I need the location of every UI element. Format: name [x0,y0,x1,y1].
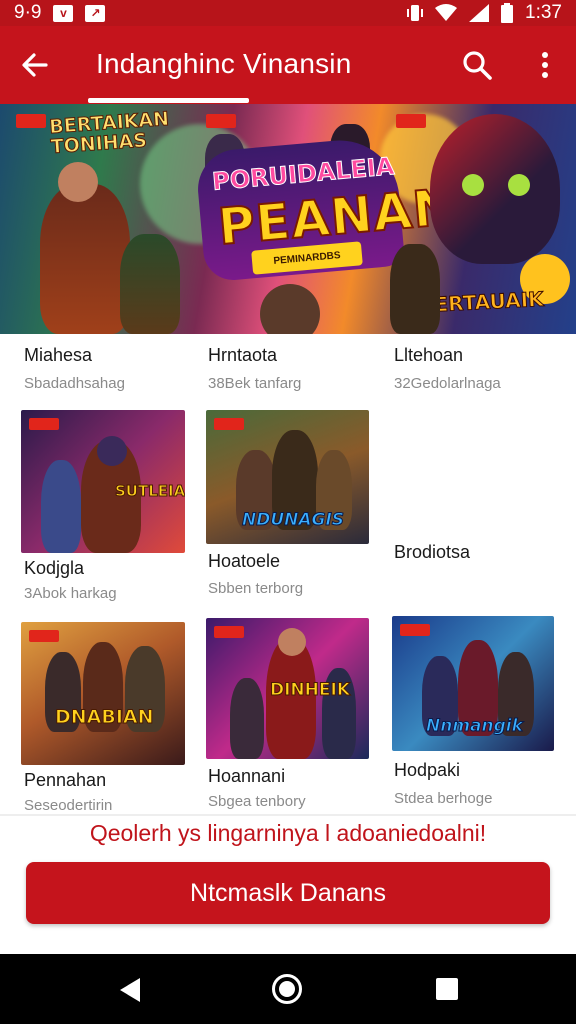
game-title[interactable]: Hoannani [208,766,285,787]
notification-app-icon: v [53,4,74,22]
vibrate-icon [407,5,424,21]
hero-tag [206,114,236,128]
signal-icon [469,4,490,22]
wifi-icon [435,4,458,21]
game-tag [214,626,244,638]
hero-character [390,244,440,334]
game-subtitle: 32Gedolarlnaga [394,375,501,392]
game-thumbnail[interactable]: DINHEIK [206,618,369,759]
game-subtitle: 3Abok harkag [24,585,117,602]
status-bar-left: 9·9 v ↗ [14,2,106,24]
game-character-head [278,628,306,656]
hero-tag [396,114,426,128]
game-title[interactable]: Lltehoan [394,345,463,366]
system-nav-bar [0,954,576,1024]
promo-text: Qeolerh ys lingarninya l adoaniedoalni! [89,820,487,846]
game-thumbnail[interactable]: DNABIAN [21,622,185,765]
status-bar: 9·9 v ↗ 1:37 [0,0,576,26]
nav-back-icon[interactable] [116,976,144,1004]
game-character [230,678,264,759]
status-left-text: 9·9 [14,2,42,23]
arrow-back-icon[interactable] [18,48,52,82]
game-title[interactable]: Brodiotsa [394,542,470,563]
notification-edit-icon: ↗ [85,4,106,22]
app-bar: Indanghinc Vinansin [0,26,576,104]
game-subtitle: Stdea berhoge [394,790,493,807]
status-time: 1:37 [525,2,562,23]
hero-banner[interactable]: BERTAIKAN TONIHAS PORUIDALEIA PEANAN PEM… [0,104,576,334]
hero-character-head [58,162,98,202]
game-logo: NDUNAGIS [241,510,345,531]
hero-character [40,184,130,334]
nav-home-icon[interactable] [272,974,302,1004]
game-title[interactable]: Kodjgla [24,558,84,579]
game-subtitle: Sbben terborg [208,580,304,597]
game-subtitle: Seseodertirin [24,797,113,814]
game-character [41,460,81,553]
hero-character [120,234,180,334]
game-character-head [97,436,127,466]
battery-icon [501,3,514,23]
hero-character [260,284,320,334]
nav-recents-icon[interactable] [436,978,458,1000]
hero-cat-character [430,114,560,264]
game-logo: DINHEIK [269,680,351,701]
game-subtitle: Sbadadhsahag [24,375,125,392]
tab-indicator [88,98,249,103]
game-logo: DNABIAN [55,706,155,729]
page-title: Indanghinc Vinansin [96,48,352,79]
game-tag [29,630,59,642]
cta-button[interactable]: Ntcmaslk Danans [26,862,550,924]
game-title[interactable]: Miahesa [24,345,92,366]
game-thumbnail[interactable]: SUTLEIAN [21,410,185,553]
game-logo: Nnmangik [426,716,524,737]
status-bar-right: 1:37 [407,2,562,24]
game-subtitle: Sbgea tenbory [208,793,306,810]
game-logo: SUTLEIAN [115,482,185,501]
hero-cat-eye [508,174,530,196]
hero-logo-left: BERTAIKAN TONIHAS [48,107,170,159]
game-title[interactable]: Hrntaota [208,345,277,366]
game-title[interactable]: Hoatoele [208,551,280,572]
game-thumbnail[interactable]: NDUNAGIS [206,410,369,544]
game-title[interactable]: Hodpaki [394,760,460,781]
game-tag [214,418,244,430]
hero-tag [16,114,46,128]
footer-divider [0,814,576,816]
game-title[interactable]: Pennahan [24,770,106,791]
game-tag [400,624,430,636]
game-subtitle: 38Bek tanfarg [208,375,302,392]
search-icon[interactable] [460,48,494,82]
hero-cat-eye [462,174,484,196]
game-tag [29,418,59,430]
game-thumbnail[interactable]: Nnmangik [392,616,554,751]
more-vert-icon[interactable] [530,48,560,82]
